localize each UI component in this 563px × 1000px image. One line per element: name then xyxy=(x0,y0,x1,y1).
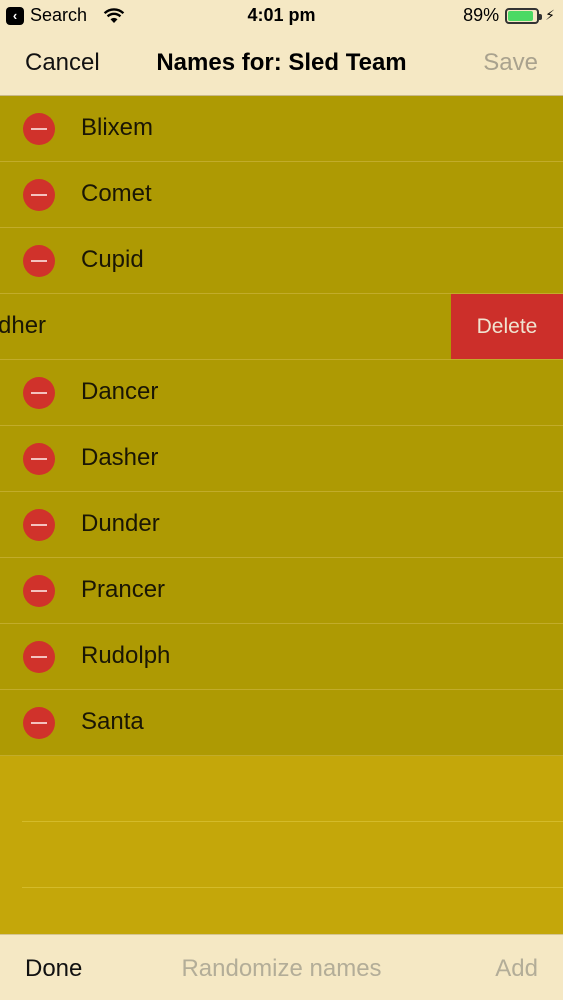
names-list: Blixem Comet Cupid dher Delete Dancer Da… xyxy=(0,96,563,888)
list-item-label: Dunder xyxy=(81,510,160,537)
status-bar: ‹ Search 4:01 pm 89% ⚡ xyxy=(0,0,563,32)
charging-bolt-icon: ⚡ xyxy=(545,7,555,23)
delete-minus-icon[interactable] xyxy=(23,641,55,673)
delete-minus-icon[interactable] xyxy=(23,113,55,145)
list-item[interactable]: Dancer xyxy=(0,360,563,426)
list-item[interactable]: Rudolph xyxy=(0,624,563,690)
battery-fill xyxy=(508,10,534,21)
list-item-swiped[interactable]: dher Delete xyxy=(0,294,563,360)
list-item-label: Santa xyxy=(81,708,144,735)
list-item[interactable]: Prancer xyxy=(0,558,563,624)
bottom-toolbar: Done Randomize names Add xyxy=(0,934,563,1000)
delete-minus-icon[interactable] xyxy=(23,245,55,277)
randomize-names-button[interactable]: Randomize names xyxy=(0,955,563,983)
list-item-label: dher xyxy=(0,312,47,339)
list-item-label: Cupid xyxy=(81,246,144,273)
list-item[interactable]: Santa xyxy=(0,690,563,756)
empty-row xyxy=(22,756,563,822)
delete-button[interactable]: Delete xyxy=(451,294,563,359)
list-item[interactable]: Blixem xyxy=(0,96,563,162)
list-item-label: Dasher xyxy=(81,444,159,471)
list-item-label: Dancer xyxy=(81,378,159,405)
list-item[interactable]: Cupid xyxy=(0,228,563,294)
list-item[interactable]: Comet xyxy=(0,162,563,228)
save-button[interactable]: Save xyxy=(483,49,538,77)
list-item[interactable]: Dasher xyxy=(0,426,563,492)
battery-percent: 89% xyxy=(463,5,500,25)
delete-minus-icon[interactable] xyxy=(23,575,55,607)
battery-icon xyxy=(505,7,543,24)
add-button[interactable]: Add xyxy=(495,955,538,983)
navigation-bar: Cancel Names for: Sled Team Save xyxy=(0,32,563,96)
status-right: 89% ⚡ xyxy=(463,5,555,26)
delete-minus-icon[interactable] xyxy=(23,509,55,541)
delete-minus-icon[interactable] xyxy=(23,179,55,211)
delete-minus-icon[interactable] xyxy=(23,707,55,739)
list-item-label: Comet xyxy=(81,180,152,207)
page-title: Names for: Sled Team xyxy=(156,49,407,76)
list-item-label: Rudolph xyxy=(81,642,171,669)
delete-minus-icon[interactable] xyxy=(23,377,55,409)
list-item[interactable]: Dunder xyxy=(0,492,563,558)
empty-row xyxy=(22,822,563,888)
list-item-label: Blixem xyxy=(81,114,154,141)
delete-minus-icon[interactable] xyxy=(23,443,55,475)
list-item-label: Prancer xyxy=(81,576,166,603)
